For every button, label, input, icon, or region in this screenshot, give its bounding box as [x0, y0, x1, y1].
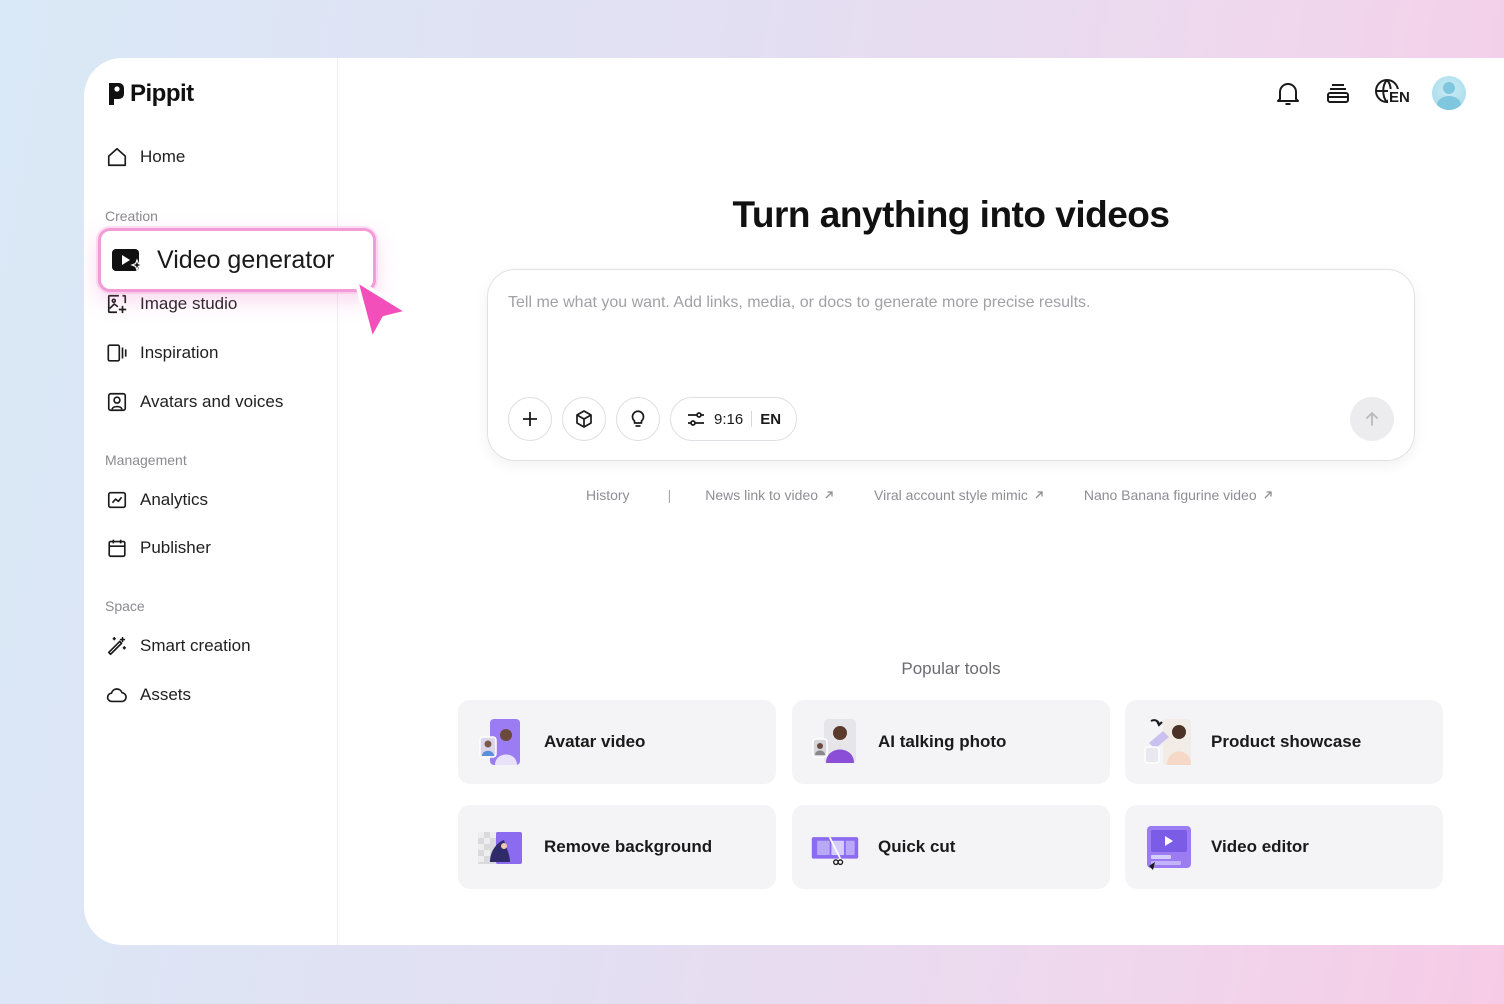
history-link[interactable]: History	[586, 487, 630, 503]
sidebar-item-label: Publisher	[140, 538, 211, 557]
section-label-creation: Creation	[105, 208, 158, 224]
calendar-icon	[108, 539, 126, 558]
ideas-button[interactable]	[616, 397, 660, 441]
sidebar-item-label: Smart creation	[140, 636, 251, 655]
product-showcase-thumbnail	[1144, 719, 1191, 765]
sidebar-item-label: Video generator	[157, 245, 335, 274]
sidebar-item-video-generator[interactable]: Video generator	[98, 228, 376, 292]
topbar: EN	[1274, 76, 1466, 110]
prompt-box[interactable]: Tell me what you want. Add links, media,…	[487, 269, 1415, 461]
tool-card-product-showcase[interactable]: Product showcase	[1125, 700, 1443, 784]
sidebar-item-assets[interactable]: Assets	[106, 684, 191, 706]
settings-pill[interactable]: 9:16 EN	[670, 397, 798, 441]
section-label-management: Management	[105, 452, 187, 468]
page-title: Turn anything into videos	[732, 194, 1170, 235]
sliders-icon	[688, 412, 704, 426]
home-icon	[107, 147, 127, 167]
tool-card-remove-background[interactable]: Remove background	[458, 805, 776, 889]
quick-cut-thumbnail	[811, 836, 859, 866]
external-arrow-icon	[1264, 491, 1272, 499]
divider: |	[667, 487, 672, 503]
external-arrow-icon	[1035, 491, 1043, 499]
arrow-up-icon	[1366, 412, 1378, 426]
logo[interactable]: Pippit	[106, 80, 194, 108]
cube-icon	[576, 410, 592, 428]
sidebar-item-smart-creation[interactable]: Smart creation	[106, 635, 251, 657]
quick-links: History | News link to video Viral accou…	[586, 487, 1273, 503]
tool-label: Remove background	[544, 837, 713, 856]
nano-banana-figurine-video-link[interactable]: Nano Banana figurine video	[1084, 487, 1273, 503]
magic-wand-icon	[107, 636, 127, 656]
cloud-icon	[106, 688, 127, 703]
news-link-to-video-link[interactable]: News link to video	[705, 487, 834, 503]
sidebar-item-avatars-voices[interactable]: Avatars and voices	[106, 391, 283, 413]
sidebar-item-label: Inspiration	[140, 343, 219, 362]
tool-label: Video editor	[1211, 837, 1309, 856]
tool-card-video-editor[interactable]: Video editor	[1125, 805, 1443, 889]
link-label: News link to video	[705, 487, 819, 503]
tool-label: Quick cut	[878, 837, 956, 856]
analytics-icon	[107, 491, 127, 509]
tool-card-avatar-video[interactable]: Avatar video	[458, 700, 776, 784]
tool-label: Avatar video	[544, 732, 646, 751]
bell-icon[interactable]	[1274, 79, 1302, 107]
remove-background-thumbnail	[478, 832, 522, 864]
sidebar-item-inspiration[interactable]: Inspiration	[106, 342, 218, 364]
ai-talking-photo-thumbnail	[812, 719, 856, 763]
tool-card-ai-talking-photo[interactable]: AI talking photo	[792, 700, 1110, 784]
sidebar-item-label: Assets	[140, 685, 192, 704]
avatar-video-thumbnail	[479, 719, 520, 765]
user-avatar[interactable]	[1432, 76, 1466, 110]
language-code: EN	[1388, 89, 1411, 106]
language-value: EN	[760, 410, 782, 428]
prompt-toolbar: 9:16 EN	[508, 397, 798, 441]
app-window: Pippit Home Creation Image studio Inspir…	[84, 58, 1504, 945]
divider	[751, 411, 753, 427]
sidebar-item-analytics[interactable]: Analytics	[106, 489, 208, 511]
stack-icon[interactable]	[1324, 79, 1352, 107]
link-label: History	[586, 487, 630, 503]
external-arrow-icon	[825, 491, 833, 499]
tool-label: AI talking photo	[878, 732, 1007, 751]
pointer-cursor-icon	[354, 278, 410, 342]
add-attachment-button[interactable]	[508, 397, 552, 441]
avatar-icon	[107, 392, 127, 412]
link-label: Nano Banana figurine video	[1083, 487, 1257, 503]
prompt-input[interactable]: Tell me what you want. Add links, media,…	[508, 294, 1091, 312]
app-name: Pippit	[130, 80, 194, 107]
popular-tools-heading: Popular tools	[901, 659, 1001, 678]
product-button[interactable]	[562, 397, 606, 441]
tool-label: Product showcase	[1211, 732, 1362, 751]
inspiration-icon	[107, 344, 127, 362]
viral-account-style-mimic-link[interactable]: Viral account style mimic	[874, 487, 1044, 503]
lightbulb-icon	[631, 410, 645, 427]
aspect-ratio-value: 9:16	[714, 410, 744, 428]
sidebar-item-label: Analytics	[140, 490, 209, 509]
sidebar-item-label: Image studio	[140, 294, 238, 313]
sidebar-item-label: Home	[140, 147, 186, 166]
section-label-space: Space	[105, 598, 145, 614]
sidebar-item-publisher[interactable]: Publisher	[106, 537, 211, 559]
sidebar-item-image-studio[interactable]: Image studio	[106, 293, 237, 315]
sidebar: Pippit Home Creation Image studio Inspir…	[84, 58, 338, 945]
sidebar-item-label: Avatars and voices	[140, 392, 284, 411]
video-generator-icon	[112, 249, 143, 272]
send-button[interactable]	[1350, 397, 1394, 441]
image-studio-icon	[107, 294, 127, 314]
link-label: Viral account style mimic	[874, 487, 1028, 503]
sidebar-item-home[interactable]: Home	[106, 146, 185, 168]
plus-icon	[523, 412, 537, 426]
video-editor-thumbnail	[1147, 826, 1191, 870]
pippit-logo-icon	[109, 83, 124, 105]
tool-card-quick-cut[interactable]: Quick cut	[792, 805, 1110, 889]
language-selector[interactable]: EN	[1374, 78, 1411, 108]
